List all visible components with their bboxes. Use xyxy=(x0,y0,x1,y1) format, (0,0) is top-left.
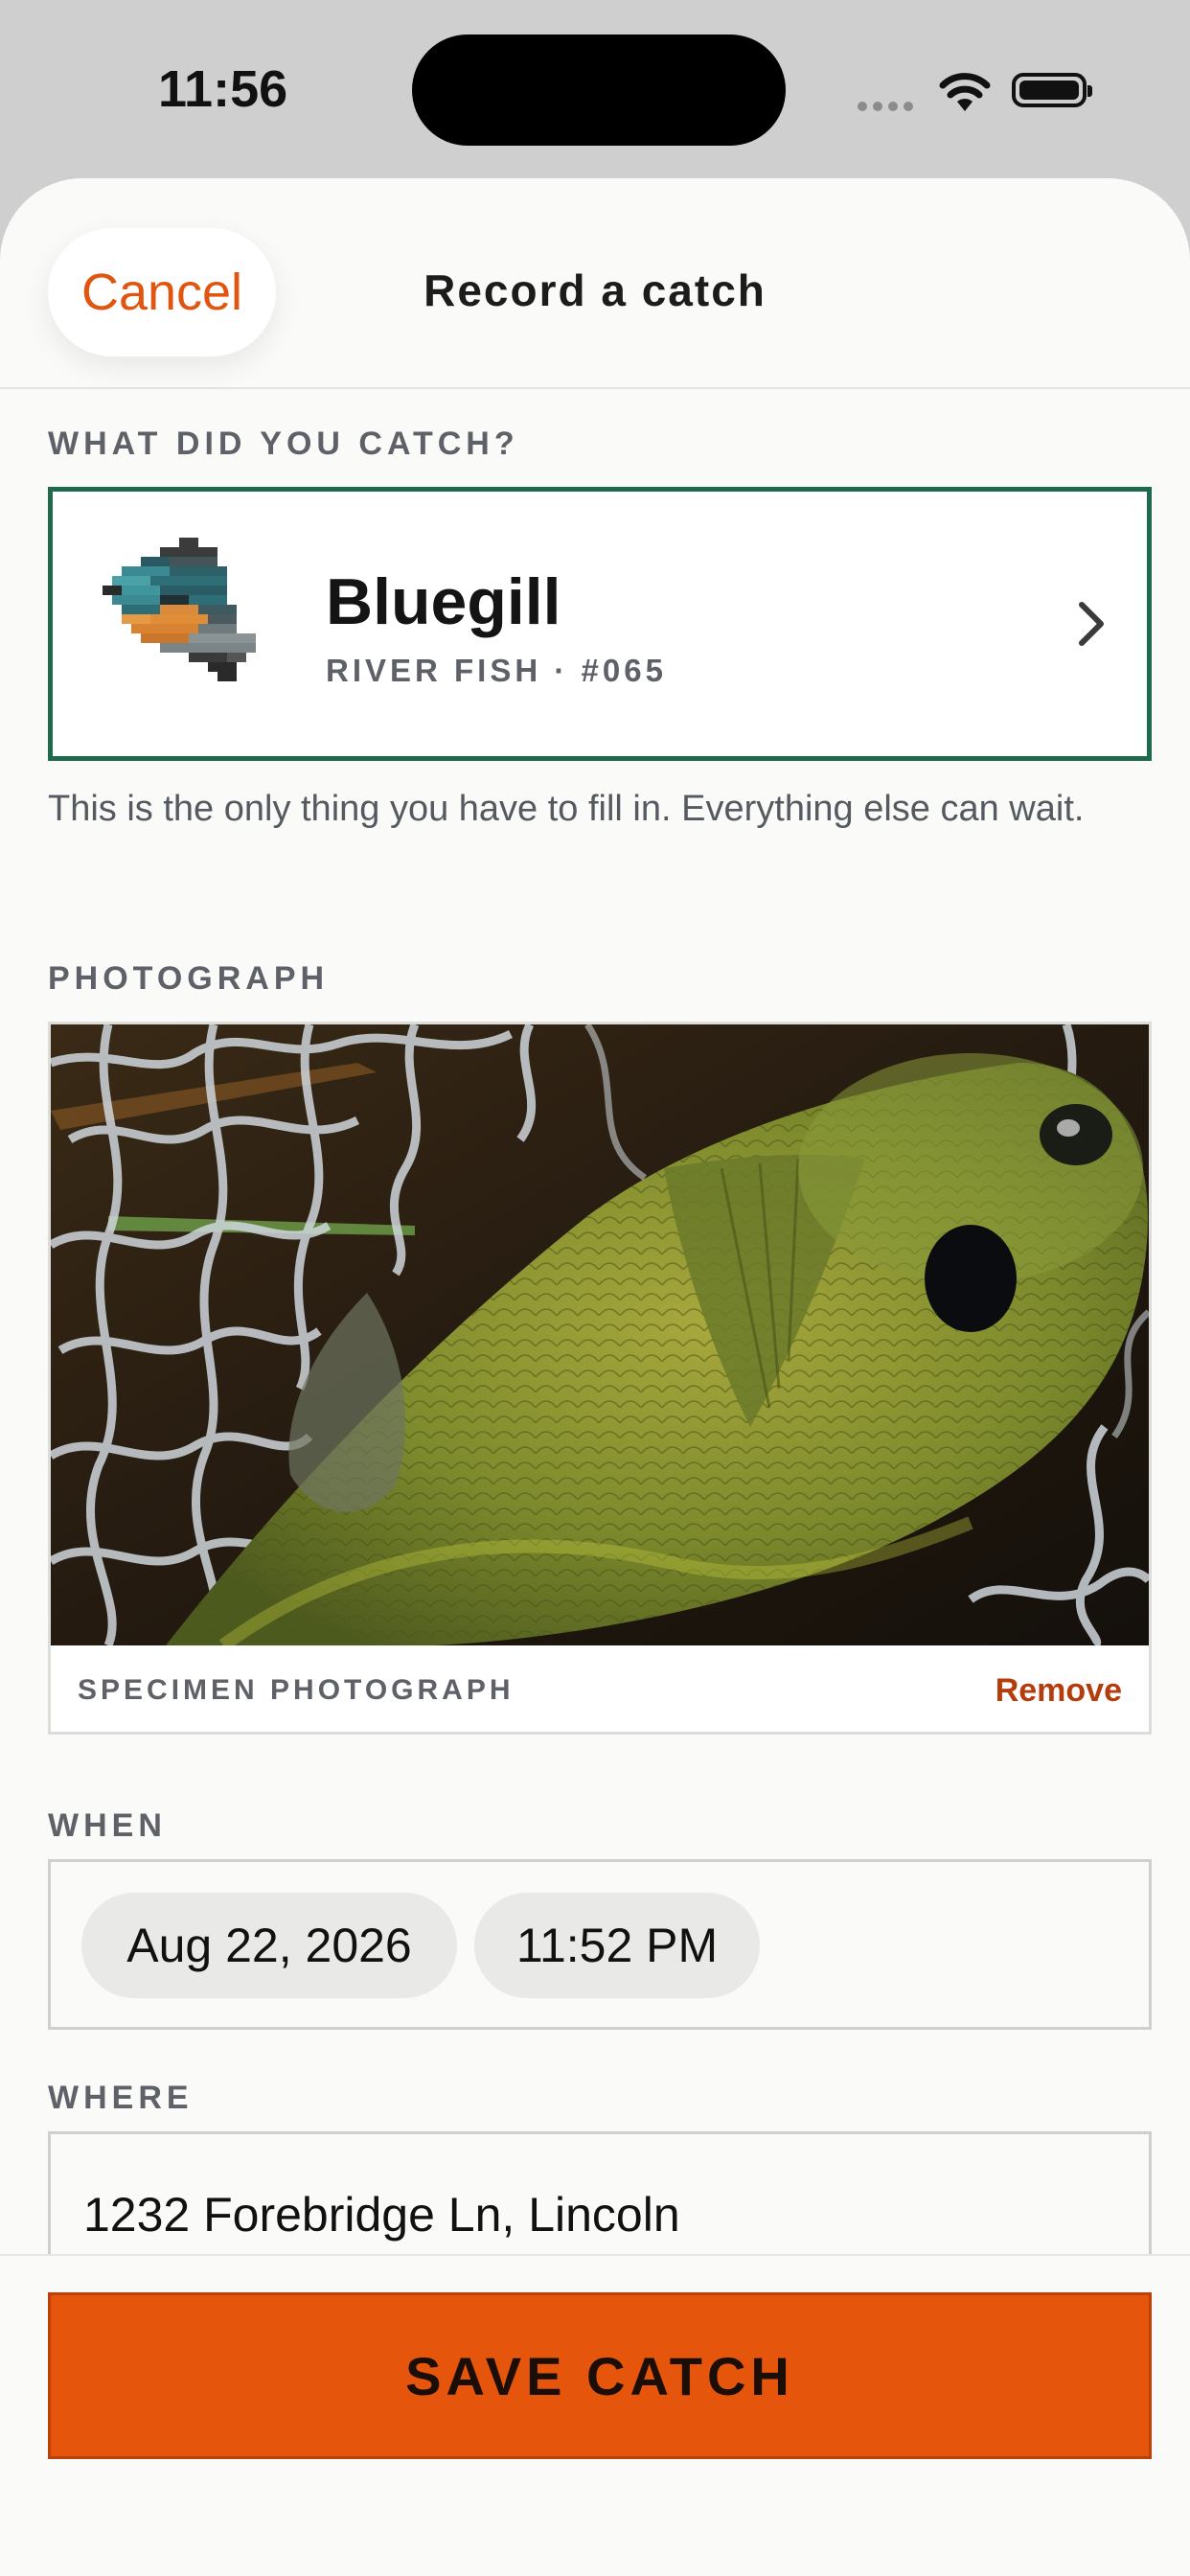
status-bar: 11:56 xyxy=(0,0,1190,192)
record-catch-sheet: Cancel Record a catch WHAT DID YOU CATCH… xyxy=(0,178,1190,2576)
photo-card: SPECIMEN PHOTOGRAPH Remove xyxy=(48,1022,1152,1735)
species-name: Bluegill xyxy=(326,565,561,638)
where-input[interactable] xyxy=(83,2176,1089,2253)
species-meta: RIVER FISH · #065 xyxy=(326,653,667,688)
photo-footer: SPECIMEN PHOTOGRAPH Remove xyxy=(51,1645,1149,1732)
sheet-header: Cancel Record a catch xyxy=(0,178,1190,389)
species-helper-text: This is the only thing you have to fill … xyxy=(48,789,1085,829)
bluegill-sprite-icon xyxy=(103,538,256,681)
remove-photo-button[interactable]: Remove xyxy=(995,1672,1122,1710)
specimen-photo[interactable] xyxy=(51,1024,1149,1645)
wifi-icon xyxy=(939,73,991,111)
chevron-right-icon xyxy=(1079,602,1104,646)
save-catch-button[interactable]: SAVE CATCH xyxy=(48,2292,1152,2459)
dynamic-island xyxy=(412,34,786,146)
battery-icon xyxy=(1012,73,1092,107)
species-section-label: WHAT DID YOU CATCH? xyxy=(48,426,519,462)
status-time: 11:56 xyxy=(158,60,288,118)
date-picker[interactable]: Aug 22, 2026 xyxy=(81,1893,457,1998)
time-picker[interactable]: 11:52 PM xyxy=(474,1893,760,1998)
species-picker[interactable]: Bluegill RIVER FISH · #065 xyxy=(48,487,1152,761)
sheet-footer: SAVE CATCH xyxy=(0,2254,1190,2576)
where-section-label: WHERE xyxy=(48,2080,194,2116)
photo-section-label: PHOTOGRAPH xyxy=(48,960,330,997)
photo-caption: SPECIMEN PHOTOGRAPH xyxy=(78,1674,515,1706)
when-field: Aug 22, 2026 11:52 PM xyxy=(48,1859,1152,2030)
page-title: Record a catch xyxy=(423,265,767,315)
cellular-signal-icon xyxy=(858,99,919,116)
when-section-label: WHEN xyxy=(48,1807,167,1844)
